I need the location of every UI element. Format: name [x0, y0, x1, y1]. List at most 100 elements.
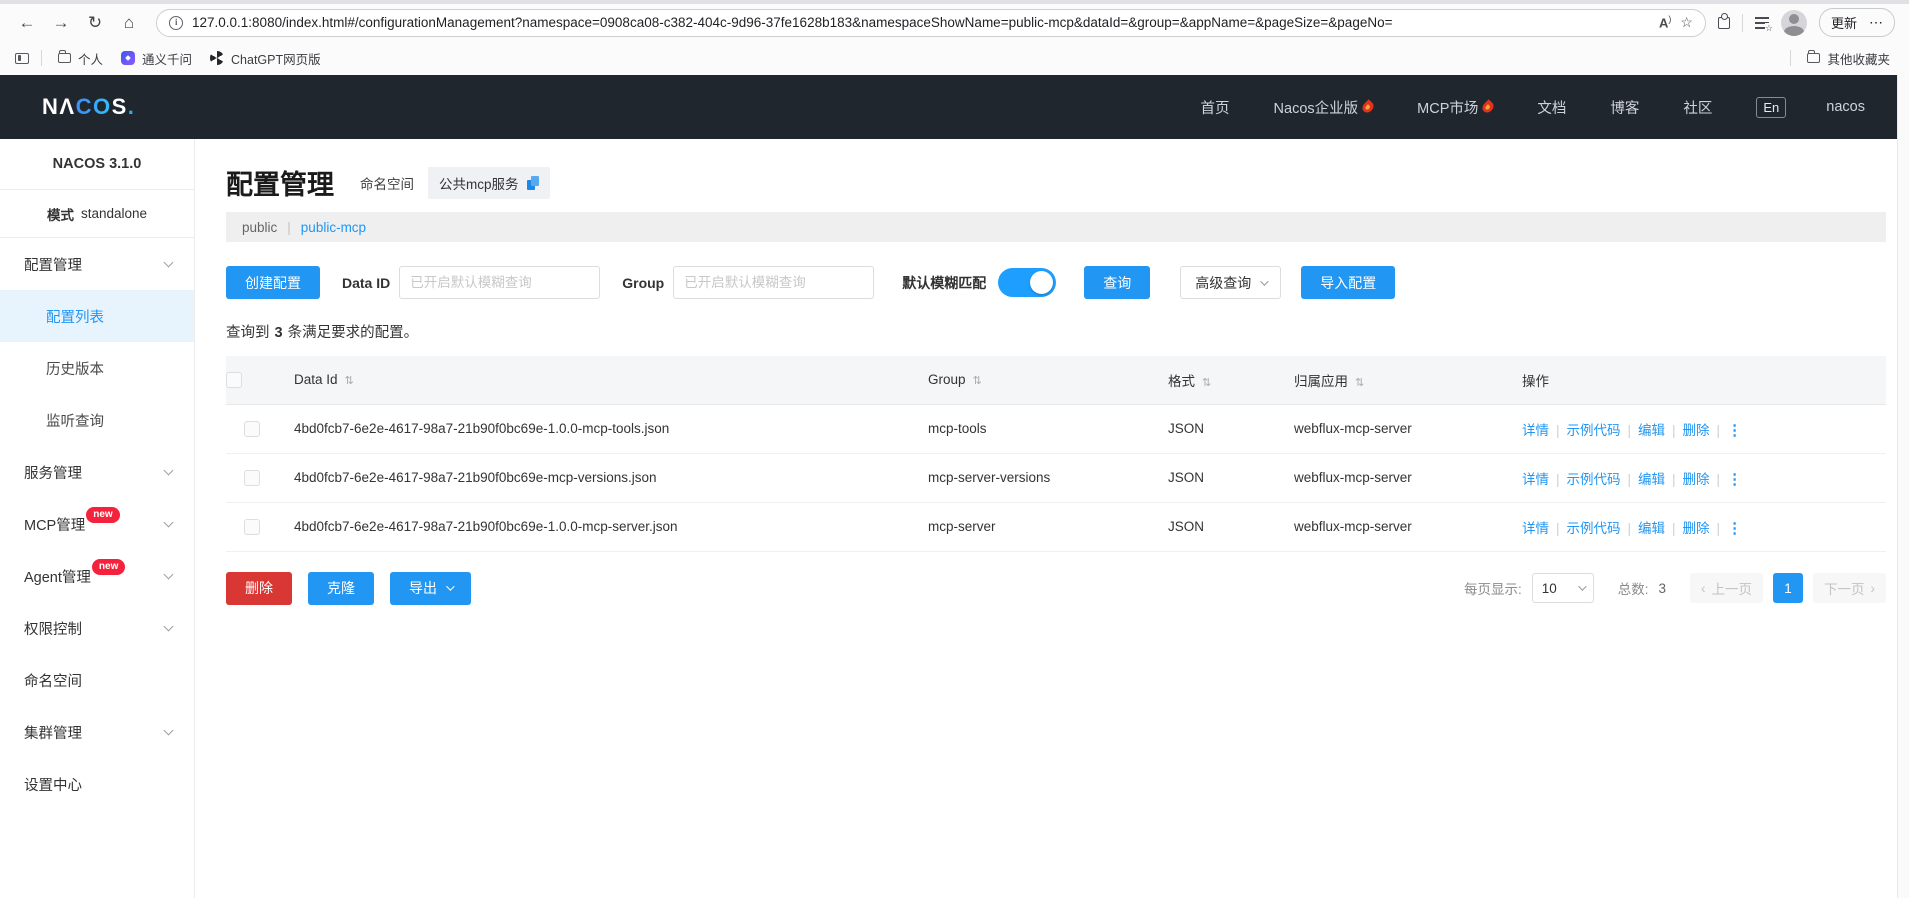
sidebar-panel-icon[interactable] [10, 46, 34, 70]
nav-item-MCP市场[interactable]: MCP市场 [1417, 97, 1497, 118]
sidebar-item-设置中心[interactable]: 设置中心 [0, 758, 194, 810]
sidebar-menu: 配置管理 配置列表历史版本监听查询 服务管理 MCP管理 new Agent管理 new 权限… [0, 238, 194, 810]
home-icon[interactable]: ⌂ [114, 8, 144, 38]
chevron-right-icon: › [1870, 580, 1876, 596]
header-right: En nacos [1756, 96, 1865, 118]
sidebar-item-服务管理[interactable]: 服务管理 [0, 446, 194, 498]
chevron-down-icon [163, 569, 174, 580]
browser-menu-icon[interactable]: ⋯ [1869, 14, 1883, 31]
sidebar-item-label: 设置中心 [24, 777, 82, 794]
export-button[interactable]: 导出 [390, 571, 471, 605]
column-header-格式[interactable]: 格式 ⇅ [1152, 356, 1278, 405]
column-header-Data Id[interactable]: Data Id ⇅ [278, 356, 912, 405]
nav-item-Nacos企业版[interactable]: Nacos企业版 [1274, 97, 1376, 118]
row-checkbox[interactable] [244, 469, 260, 486]
current-page-button[interactable]: 1 [1773, 573, 1803, 603]
cell-group: mcp-server [912, 502, 1152, 552]
nav-item-博客[interactable]: 博客 [1610, 97, 1639, 118]
browser-update-button[interactable]: 更新 ⋯ [1818, 8, 1895, 37]
advanced-search-button[interactable]: 高级查询 [1180, 266, 1282, 299]
cell-format: JSON [1152, 404, 1278, 454]
more-actions-icon[interactable]: ⋮ [1727, 422, 1742, 439]
action-link-编辑[interactable]: 编辑 [1638, 521, 1665, 536]
create-config-button[interactable]: 创建配置 [226, 266, 320, 299]
extensions-icon[interactable] [1717, 12, 1730, 29]
read-aloud-icon[interactable]: A [1659, 14, 1671, 31]
user-menu[interactable]: nacos [1826, 99, 1865, 115]
sidebar-item-label: 历史版本 [46, 361, 104, 378]
language-switch[interactable]: En [1756, 96, 1787, 118]
bookmark-label: ChatGPT网页版 [231, 52, 321, 67]
clone-button[interactable]: 克隆 [308, 571, 374, 605]
namespace-tab-public[interactable]: public [242, 220, 277, 235]
page-scrollbar[interactable] [1897, 75, 1909, 898]
page-size-select[interactable]: 10 [1531, 573, 1594, 603]
action-link-编辑[interactable]: 编辑 [1638, 472, 1665, 487]
action-link-详情[interactable]: 详情 [1522, 423, 1549, 438]
bookmark-item[interactable]: 个人 [49, 45, 112, 72]
browser-toolbar: ← → ↻ ⌂ 127.0.0.1:8080/index.html#/confi… [0, 4, 1909, 41]
back-icon[interactable]: ← [12, 8, 42, 38]
more-actions-icon[interactable]: ⋮ [1727, 471, 1742, 488]
action-link-删除[interactable]: 删除 [1683, 423, 1710, 438]
other-favorites-folder[interactable]: 其他收藏夹 [1798, 45, 1899, 72]
bookmark-item[interactable]: 通义千问 [112, 45, 201, 72]
sidebar-item-权限控制[interactable]: 权限控制 [0, 602, 194, 654]
chevron-down-icon [163, 725, 174, 736]
delete-button[interactable]: 删除 [226, 571, 292, 605]
search-button[interactable]: 查询 [1084, 266, 1151, 299]
action-link-删除[interactable]: 删除 [1683, 521, 1710, 536]
sidebar-item-命名空间[interactable]: 命名空间 [0, 654, 194, 706]
row-checkbox[interactable] [244, 420, 260, 437]
sidebar-item-历史版本[interactable]: 历史版本 [0, 342, 194, 394]
sidebar-item-配置管理[interactable]: 配置管理 [0, 238, 194, 290]
nacos-logo[interactable]: NΛCOS. [42, 94, 135, 120]
sidebar-item-MCP管理[interactable]: MCP管理 new [0, 498, 194, 550]
address-bar[interactable]: 127.0.0.1:8080/index.html#/configuration… [156, 8, 1706, 37]
sort-icon[interactable]: ⇅ [973, 375, 982, 387]
sidebar-item-配置列表[interactable]: 配置列表 [0, 290, 194, 342]
nav-item-社区[interactable]: 社区 [1683, 97, 1712, 118]
namespace-tag[interactable]: 公共mcp服务 [428, 166, 550, 199]
fuzzy-match-toggle[interactable] [998, 268, 1057, 297]
sidebar-item-集群管理[interactable]: 集群管理 [0, 706, 194, 758]
favorites-list-icon[interactable] [1754, 16, 1773, 34]
sort-icon[interactable]: ⇅ [345, 375, 354, 387]
next-page-button[interactable]: 下一页 › [1813, 573, 1886, 603]
bookmark-item[interactable]: ChatGPT网页版 [201, 45, 330, 72]
action-link-详情[interactable]: 详情 [1522, 472, 1549, 487]
sidebar-item-Agent管理[interactable]: Agent管理 new [0, 550, 194, 602]
action-link-详情[interactable]: 详情 [1522, 521, 1549, 536]
pagination: 每页显示: 10 总数: 3 ‹ 上一页 1 下一页 › [1464, 573, 1886, 603]
action-link-删除[interactable]: 删除 [1683, 472, 1710, 487]
nav-item-文档[interactable]: 文档 [1537, 97, 1566, 118]
nav-item-label: 首页 [1200, 100, 1230, 117]
site-info-icon[interactable] [169, 15, 183, 30]
column-header-Group[interactable]: Group ⇅ [912, 356, 1152, 405]
sort-icon[interactable]: ⇅ [1355, 377, 1364, 389]
column-header-归属应用[interactable]: 归属应用 ⇅ [1278, 356, 1506, 405]
nav-item-首页[interactable]: 首页 [1201, 97, 1230, 118]
group-input[interactable] [673, 266, 875, 299]
row-checkbox[interactable] [244, 518, 260, 535]
action-link-示例代码[interactable]: 示例代码 [1567, 423, 1621, 438]
sort-icon[interactable]: ⇅ [1202, 377, 1211, 389]
action-link-示例代码[interactable]: 示例代码 [1567, 472, 1621, 487]
namespace-tab-public-mcp[interactable]: public-mcp [301, 220, 366, 235]
select-all-checkbox[interactable] [226, 371, 242, 388]
import-config-button[interactable]: 导入配置 [1301, 266, 1396, 299]
action-link-示例代码[interactable]: 示例代码 [1567, 521, 1621, 536]
sidebar-item-监听查询[interactable]: 监听查询 [0, 394, 194, 446]
prev-page-label: 上一页 [1711, 582, 1753, 597]
more-actions-icon[interactable]: ⋮ [1727, 520, 1742, 537]
copy-icon[interactable] [526, 175, 539, 190]
prev-page-button[interactable]: ‹ 上一页 [1690, 573, 1763, 603]
dataid-input[interactable] [399, 266, 601, 299]
favorite-star-icon[interactable]: ☆ [1680, 14, 1693, 31]
reload-icon[interactable]: ↻ [80, 8, 110, 38]
url-text[interactable]: 127.0.0.1:8080/index.html#/configuration… [192, 15, 1650, 30]
profile-avatar[interactable] [1780, 9, 1807, 36]
qwen-icon [121, 51, 136, 65]
action-link-编辑[interactable]: 编辑 [1638, 423, 1665, 438]
forward-icon[interactable]: → [46, 8, 76, 38]
